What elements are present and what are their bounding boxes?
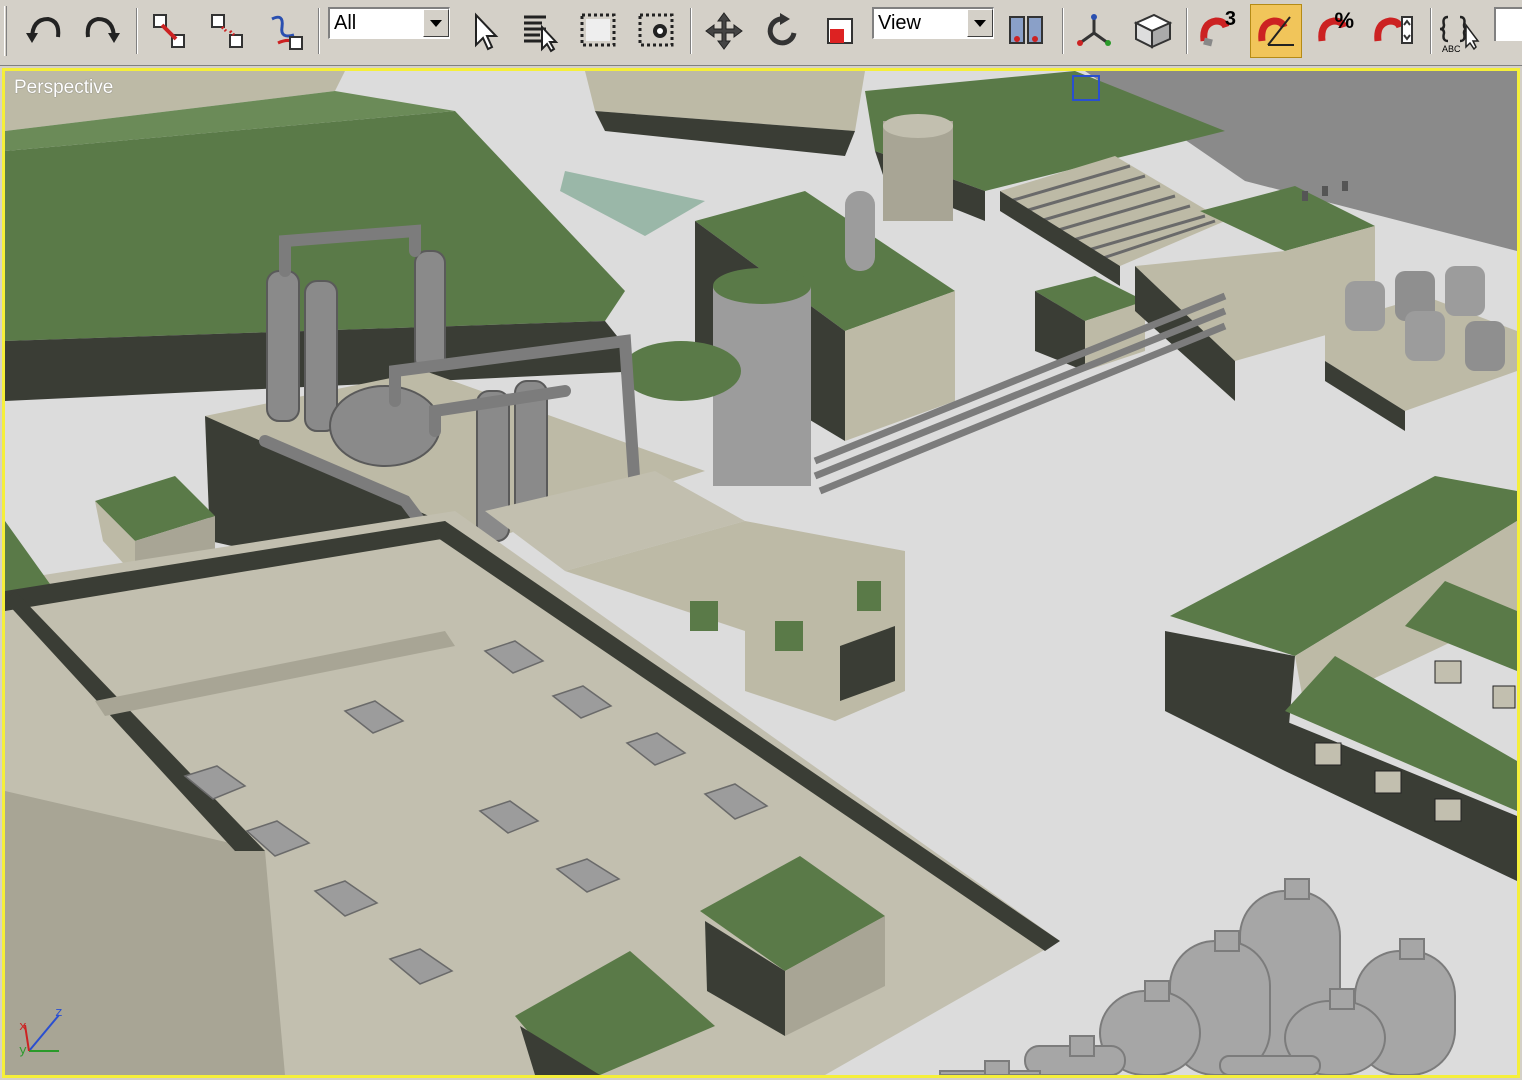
toolbar-separator — [136, 8, 138, 54]
manipulate-icon — [1077, 14, 1111, 46]
main-toolbar: All View 3 % ABC — [0, 0, 1522, 66]
toolbar-separator — [690, 8, 692, 54]
snap-dimension-label: 3 — [1224, 8, 1236, 30]
x-axis-label: x — [19, 1019, 27, 1034]
snaps-toggle-button[interactable]: 3 — [1192, 4, 1244, 58]
percent-snap-toggle-button[interactable]: % — [1310, 4, 1362, 58]
unlink-selection-button[interactable] — [202, 4, 254, 58]
scale-icon — [827, 18, 853, 44]
rectangular-selection-region-button[interactable] — [572, 4, 624, 58]
redo-button[interactable] — [76, 4, 128, 58]
select-object-button[interactable] — [458, 4, 510, 58]
chevron-down-icon[interactable] — [423, 9, 449, 37]
industrial-scene-render[interactable] — [5, 71, 1517, 1075]
bind-to-space-warp-button[interactable] — [260, 4, 312, 58]
z-axis-label: z — [55, 1005, 63, 1020]
y-axis-label: y — [19, 1043, 27, 1058]
percent-snap-label: % — [1334, 8, 1354, 33]
move-icon — [705, 12, 743, 50]
axis-tripod-icon: z x y — [15, 995, 65, 1065]
select-by-name-icon — [524, 15, 559, 53]
toolbar-separator — [1186, 8, 1188, 54]
angle-snap-icon — [1258, 16, 1294, 46]
reference-coordinate-dropdown[interactable]: View — [872, 7, 994, 39]
undo-icon — [26, 16, 61, 43]
perspective-viewport[interactable]: Perspective z x y — [2, 68, 1520, 1078]
named-selection-label: ABC — [1442, 44, 1461, 54]
cursor-arrow-icon — [475, 12, 499, 51]
named-selection-field[interactable] — [1494, 7, 1522, 41]
angle-snap-toggle-button[interactable] — [1250, 4, 1302, 58]
spinner-snap-icon — [1374, 16, 1413, 44]
select-and-scale-button[interactable] — [814, 4, 866, 58]
space-warp-icon — [271, 15, 303, 50]
select-and-rotate-button[interactable] — [756, 4, 808, 58]
keyboard-shortcut-override-button[interactable] — [1126, 4, 1178, 58]
reference-coordinate-value: View — [878, 12, 921, 34]
pivot-center-icon — [1009, 16, 1043, 44]
window-crossing-button[interactable] — [630, 4, 682, 58]
edit-named-selection-button[interactable]: ABC — [1434, 4, 1486, 58]
selection-filter-dropdown[interactable]: All — [328, 7, 450, 39]
unlink-icon — [211, 14, 243, 48]
toolbar-separator — [1430, 8, 1432, 54]
select-and-manipulate-button[interactable] — [1068, 4, 1120, 58]
select-and-link-button[interactable] — [144, 4, 196, 58]
chevron-down-icon[interactable] — [967, 9, 993, 37]
redo-icon — [85, 16, 120, 43]
use-pivot-point-center-button[interactable] — [1000, 4, 1052, 58]
viewport-label[interactable]: Perspective — [14, 77, 113, 99]
toolbar-grip[interactable] — [4, 6, 7, 56]
link-icon — [153, 14, 185, 48]
spinner-snap-toggle-button[interactable] — [1368, 4, 1420, 58]
rectangle-region-icon — [580, 13, 616, 47]
keyboard-override-icon — [1133, 13, 1173, 49]
toolbar-separator — [1062, 8, 1064, 54]
window-crossing-icon — [638, 13, 674, 47]
selection-filter-value: All — [334, 12, 357, 34]
select-and-move-button[interactable] — [698, 4, 750, 58]
rotate-icon — [767, 13, 797, 46]
select-by-name-button[interactable] — [514, 4, 566, 58]
undo-button[interactable] — [18, 4, 70, 58]
toolbar-separator — [318, 8, 320, 54]
